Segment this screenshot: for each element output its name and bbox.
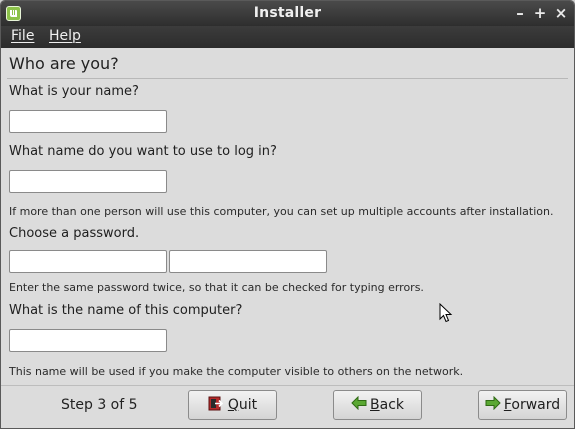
minimize-icon[interactable]: – bbox=[511, 4, 529, 22]
heading-divider bbox=[7, 78, 568, 79]
username-field[interactable] bbox=[9, 170, 167, 193]
computer-name-hint: This name will be used if you make the c… bbox=[9, 365, 464, 378]
password-hint: Enter the same password twice, so that i… bbox=[9, 281, 424, 294]
forward-button[interactable]: Forward bbox=[478, 390, 567, 420]
page-title: Who are you? bbox=[9, 54, 119, 73]
menu-bar: File Help bbox=[1, 26, 574, 48]
menu-help[interactable]: Help bbox=[49, 28, 81, 44]
quit-icon bbox=[208, 396, 225, 415]
login-hint: If more than one person will use this co… bbox=[9, 205, 554, 218]
back-arrow-icon bbox=[351, 395, 367, 414]
mouse-pointer-icon bbox=[439, 302, 453, 327]
computer-name-field[interactable] bbox=[9, 329, 167, 352]
computer-name-label: What is the name of this computer? bbox=[9, 303, 243, 318]
footer-divider bbox=[1, 385, 574, 386]
forward-arrow-icon bbox=[485, 395, 501, 414]
quit-button[interactable]: Quit bbox=[188, 390, 277, 420]
installer-window: Installer – + × File Help Who are you? W… bbox=[0, 0, 575, 429]
step-indicator: Step 3 of 5 bbox=[61, 397, 138, 413]
close-icon[interactable]: × bbox=[552, 4, 570, 22]
password-field[interactable] bbox=[9, 250, 167, 273]
back-button[interactable]: Back bbox=[333, 390, 422, 420]
title-bar[interactable]: Installer – + × bbox=[1, 1, 574, 26]
window-title: Installer bbox=[253, 5, 322, 21]
full-name-field[interactable] bbox=[9, 110, 167, 133]
who-are-you-page: Who are you? What is your name? What nam… bbox=[1, 48, 574, 428]
maximize-icon[interactable]: + bbox=[531, 4, 549, 22]
login-label: What name do you want to use to log in? bbox=[9, 144, 277, 159]
name-label: What is your name? bbox=[9, 84, 139, 99]
password-confirm-field[interactable] bbox=[169, 250, 327, 273]
menu-file[interactable]: File bbox=[11, 28, 34, 44]
password-label: Choose a password. bbox=[9, 226, 140, 241]
